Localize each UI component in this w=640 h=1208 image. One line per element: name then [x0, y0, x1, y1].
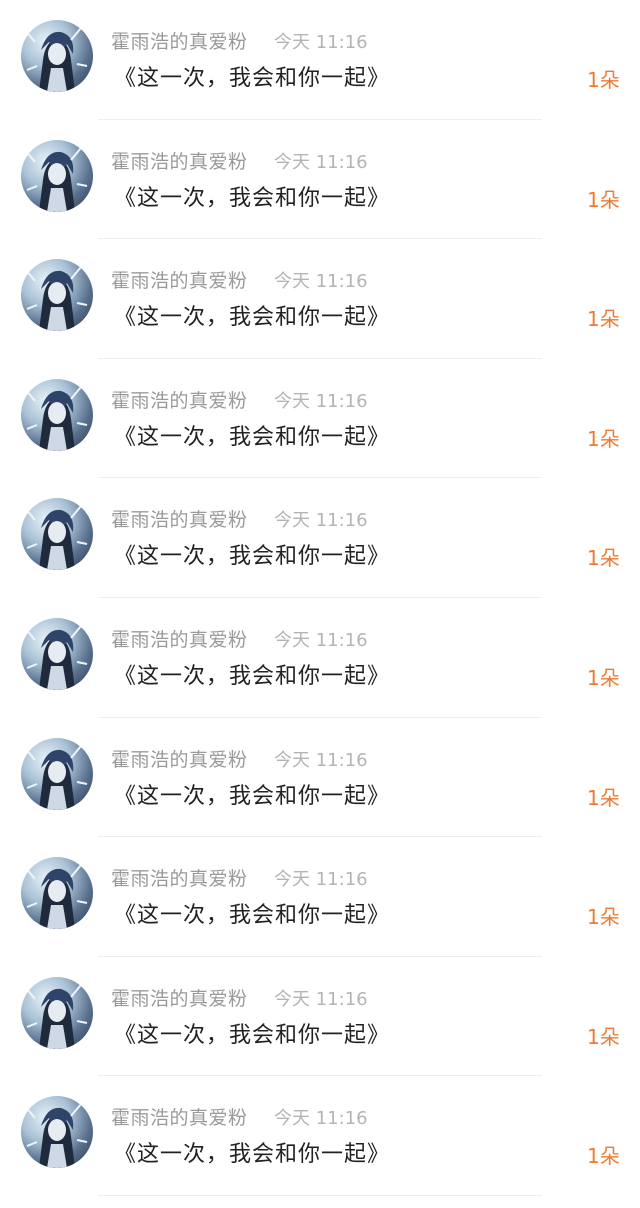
username[interactable]: 霍雨浩的真爱粉	[111, 745, 248, 772]
list-item[interactable]: 霍雨浩的真爱粉 今天 11:16 《这一次，我会和你一起》 1朵	[0, 120, 640, 240]
username[interactable]: 霍雨浩的真爱粉	[111, 505, 248, 532]
divider	[98, 1194, 542, 1196]
anime-avatar-icon	[24, 146, 88, 212]
timestamp: 今天 11:16	[274, 869, 368, 891]
anime-avatar-icon	[24, 864, 88, 930]
username[interactable]: 霍雨浩的真爱粉	[111, 864, 248, 891]
work-title[interactable]: 《这一次，我会和你一起》	[114, 897, 390, 929]
anime-avatar-icon	[24, 505, 88, 571]
avatar[interactable]	[21, 617, 93, 690]
flower-count: 1朵	[587, 307, 620, 332]
list-item[interactable]: 霍雨浩的真爱粉 今天 11:16 《这一次，我会和你一起》 1朵	[0, 478, 640, 598]
list-item[interactable]: 霍雨浩的真爱粉 今天 11:16 《这一次，我会和你一起》 1朵	[0, 0, 640, 120]
work-title[interactable]: 《这一次，我会和你一起》	[114, 299, 390, 331]
avatar[interactable]	[21, 1096, 93, 1169]
username[interactable]: 霍雨浩的真爱粉	[111, 147, 248, 174]
gift-list: 霍雨浩的真爱粉 今天 11:16 《这一次，我会和你一起》 1朵 霍雨浩的真爱粉…	[0, 0, 640, 1196]
timestamp: 今天 11:16	[274, 1108, 368, 1130]
timestamp: 今天 11:16	[274, 629, 368, 651]
list-item[interactable]: 霍雨浩的真爱粉 今天 11:16 《这一次，我会和你一起》 1朵	[0, 598, 640, 718]
avatar[interactable]	[21, 139, 93, 212]
work-title[interactable]: 《这一次，我会和你一起》	[114, 658, 390, 690]
avatar[interactable]	[21, 737, 93, 810]
work-title[interactable]: 《这一次，我会和你一起》	[114, 1136, 390, 1168]
list-item[interactable]: 霍雨浩的真爱粉 今天 11:16 《这一次，我会和你一起》 1朵	[0, 837, 640, 957]
avatar[interactable]	[21, 20, 93, 92]
flower-count: 1朵	[587, 68, 620, 92]
anime-avatar-icon	[24, 625, 88, 690]
timestamp: 今天 11:16	[274, 510, 368, 532]
list-item[interactable]: 霍雨浩的真爱粉 今天 11:16 《这一次，我会和你一起》 1朵	[0, 718, 640, 838]
work-title[interactable]: 《这一次，我会和你一起》	[114, 419, 390, 451]
anime-avatar-icon	[24, 744, 88, 810]
timestamp: 今天 11:16	[274, 271, 368, 293]
avatar[interactable]	[21, 976, 93, 1049]
list-item[interactable]: 霍雨浩的真爱粉 今天 11:16 《这一次，我会和你一起》 1朵	[0, 957, 640, 1077]
timestamp: 今天 11:16	[274, 390, 368, 412]
list-item[interactable]: 霍雨浩的真爱粉 今天 11:16 《这一次，我会和你一起》 1朵	[0, 239, 640, 359]
username[interactable]: 霍雨浩的真爱粉	[111, 984, 248, 1011]
anime-avatar-icon	[24, 386, 88, 451]
list-item[interactable]: 霍雨浩的真爱粉 今天 11:16 《这一次，我会和你一起》 1朵	[0, 1076, 640, 1196]
work-title[interactable]: 《这一次，我会和你一起》	[114, 538, 390, 570]
flower-count: 1朵	[587, 1144, 620, 1169]
anime-avatar-icon	[24, 1103, 88, 1169]
avatar[interactable]	[21, 259, 93, 332]
timestamp: 今天 11:16	[274, 151, 368, 173]
flower-count: 1朵	[587, 1024, 620, 1049]
anime-avatar-icon	[24, 27, 88, 92]
list-item[interactable]: 霍雨浩的真爱粉 今天 11:16 《这一次，我会和你一起》 1朵	[0, 359, 640, 479]
username[interactable]: 霍雨浩的真爱粉	[111, 27, 248, 54]
avatar[interactable]	[21, 857, 93, 930]
flower-count: 1朵	[587, 187, 620, 212]
anime-avatar-icon	[24, 266, 88, 332]
timestamp: 今天 11:16	[274, 32, 368, 53]
anime-avatar-icon	[24, 984, 88, 1049]
username[interactable]: 霍雨浩的真爱粉	[111, 625, 248, 652]
username[interactable]: 霍雨浩的真爱粉	[111, 386, 248, 413]
username[interactable]: 霍雨浩的真爱粉	[111, 1103, 248, 1130]
flower-count: 1朵	[587, 426, 620, 451]
timestamp: 今天 11:16	[274, 749, 368, 771]
avatar[interactable]	[21, 378, 93, 451]
flower-count: 1朵	[587, 785, 620, 810]
username[interactable]: 霍雨浩的真爱粉	[111, 266, 248, 293]
work-title[interactable]: 《这一次，我会和你一起》	[114, 778, 390, 810]
flower-count: 1朵	[587, 905, 620, 930]
work-title[interactable]: 《这一次，我会和你一起》	[114, 60, 390, 92]
work-title[interactable]: 《这一次，我会和你一起》	[114, 180, 390, 212]
flower-count: 1朵	[587, 546, 620, 571]
work-title[interactable]: 《这一次，我会和你一起》	[114, 1017, 390, 1049]
timestamp: 今天 11:16	[274, 988, 368, 1010]
avatar[interactable]	[21, 498, 93, 571]
flower-count: 1朵	[587, 665, 620, 690]
